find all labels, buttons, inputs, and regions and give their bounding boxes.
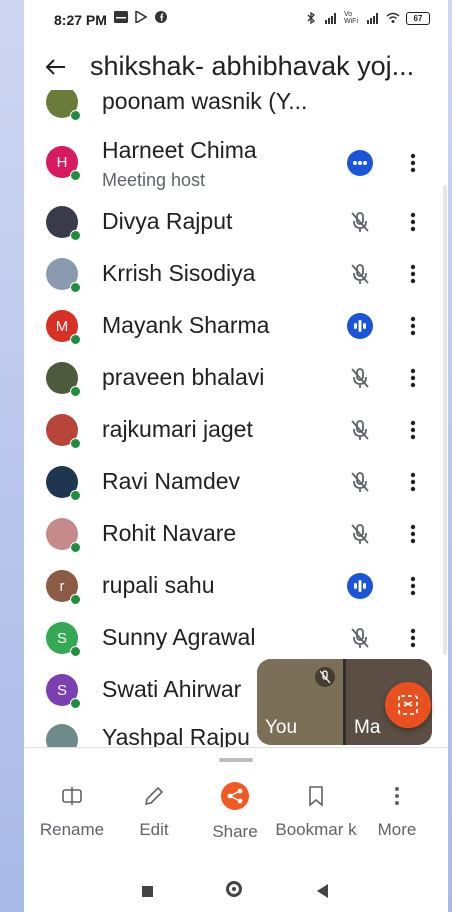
participant-row[interactable]: S Sunny Agrawal [24,612,448,664]
participant-row[interactable]: Ravi Namdev [24,456,448,508]
participant-name: rupali sahu [102,572,215,598]
play-store-icon [135,11,148,23]
mic-off-icon [351,524,369,544]
status-bar: 8:27 PM Vo WiFi 67 [24,0,448,42]
mic-off-icon [351,264,369,284]
signal-icon [325,13,336,24]
edit-button[interactable]: Edit [111,784,197,840]
participant-row[interactable]: M Mayank Sharma [24,300,448,352]
participant-row[interactable]: praveen bhalavi [24,352,448,404]
participant-name: rajkumari jaget [102,416,253,442]
speaking-icon [347,313,373,339]
tile-label-you: You [265,717,298,738]
rename-icon [62,787,82,805]
drag-handle[interactable] [219,758,253,762]
participant-name: praveen bhalavi [102,364,265,390]
participant-row[interactable]: Rohit Navare [24,508,448,560]
online-indicator [70,490,81,501]
vowifi-icon: Vo WiFi [344,11,358,25]
signal-icon [367,13,378,24]
online-indicator [70,282,81,293]
bookmark-icon [309,786,323,807]
participant-row[interactable]: poonam wasnik (Y... [24,90,448,134]
participant-role: Meeting host [102,170,206,190]
participant-name: Harneet Chima [102,137,257,163]
more-options-badge-icon [347,150,373,176]
more-button[interactable]: More [354,784,440,840]
participant-name: Sunny Agrawal [102,624,256,650]
home-icon[interactable] [226,881,242,897]
system-nav-bar [24,868,448,912]
participant-name: Swati Ahirwar [102,676,242,702]
status-right-icons: Vo WiFi 67 [304,11,430,25]
self-video-tile[interactable]: You [257,659,343,745]
rename-button[interactable]: Rename [29,784,115,840]
participant-name: Yashpal Rajpu [102,724,250,748]
participant-row[interactable]: Divya Rajput [24,196,448,248]
gallery-icon [114,11,128,23]
participant-name: Mayank Sharma [102,312,270,338]
speaking-icon [347,573,373,599]
tile-label-participant: Ma [354,717,381,738]
page-title: shikshak- abhibhavak yoj... [90,51,415,81]
more-vert-icon[interactable] [403,626,423,650]
mic-off-icon [351,368,369,388]
screenshot-capture-icon[interactable] [385,682,431,728]
arrow-back-icon[interactable] [44,55,68,79]
more-vert-icon[interactable] [403,151,423,175]
avatar [46,724,78,748]
online-indicator [70,110,81,121]
facebook-icon [155,11,167,23]
mic-off-icon [351,628,369,648]
participant-name: Krrish Sisodiya [102,260,256,286]
wifi-icon [386,12,400,23]
participant-row[interactable]: rajkumari jaget [24,404,448,456]
participant-name: poonam wasnik (Y... [102,90,308,114]
online-indicator [70,542,81,553]
online-indicator [70,438,81,449]
more-vert-icon[interactable] [403,210,423,234]
mic-off-icon [315,667,335,687]
share-icon [221,782,249,810]
more-vert-icon[interactable] [403,418,423,442]
participant-row[interactable]: Krrish Sisodiya [24,248,448,300]
online-indicator [70,230,81,241]
status-time: 8:27 PM [54,12,107,28]
mic-off-icon [351,472,369,492]
participant-list[interactable]: poonam wasnik (Y... H Harneet Chima Meet… [24,90,448,748]
mic-off-icon [351,212,369,232]
app-header: shikshak- abhibhavak yoj... [24,45,448,91]
scrollbar[interactable] [443,185,447,655]
online-indicator [70,334,81,345]
more-vert-icon[interactable] [403,522,423,546]
more-vert-icon[interactable] [403,314,423,338]
status-left-icons [114,11,168,23]
phone-screen: 8:27 PM Vo WiFi 67 shikshak- abhibhavak … [24,0,448,912]
online-indicator [70,698,81,709]
back-icon[interactable] [317,884,328,898]
pencil-icon [144,786,164,806]
more-vert-icon[interactable] [403,574,423,598]
participant-name: Divya Rajput [102,208,233,234]
bookmark-button[interactable]: Bookmar k [274,784,358,840]
online-indicator [70,170,81,181]
bluetooth-icon [307,12,316,24]
battery-icon: 67 [406,11,430,25]
online-indicator [70,594,81,605]
more-vert-icon[interactable] [403,262,423,286]
participant-row[interactable]: r rupali sahu [24,560,448,612]
more-vert-icon [395,787,399,805]
online-indicator [70,646,81,657]
more-vert-icon[interactable] [403,470,423,494]
online-indicator [70,386,81,397]
participant-name: Rohit Navare [102,520,237,546]
more-vert-icon[interactable] [403,366,423,390]
share-button[interactable]: Share [192,782,278,842]
recents-icon[interactable] [142,886,153,897]
bottom-action-sheet: Rename Edit Share Bookmar k More [24,747,448,868]
participant-name: Ravi Namdev [102,468,241,494]
mic-off-icon [351,420,369,440]
participant-row[interactable]: H Harneet Chima Meeting host [24,135,448,195]
